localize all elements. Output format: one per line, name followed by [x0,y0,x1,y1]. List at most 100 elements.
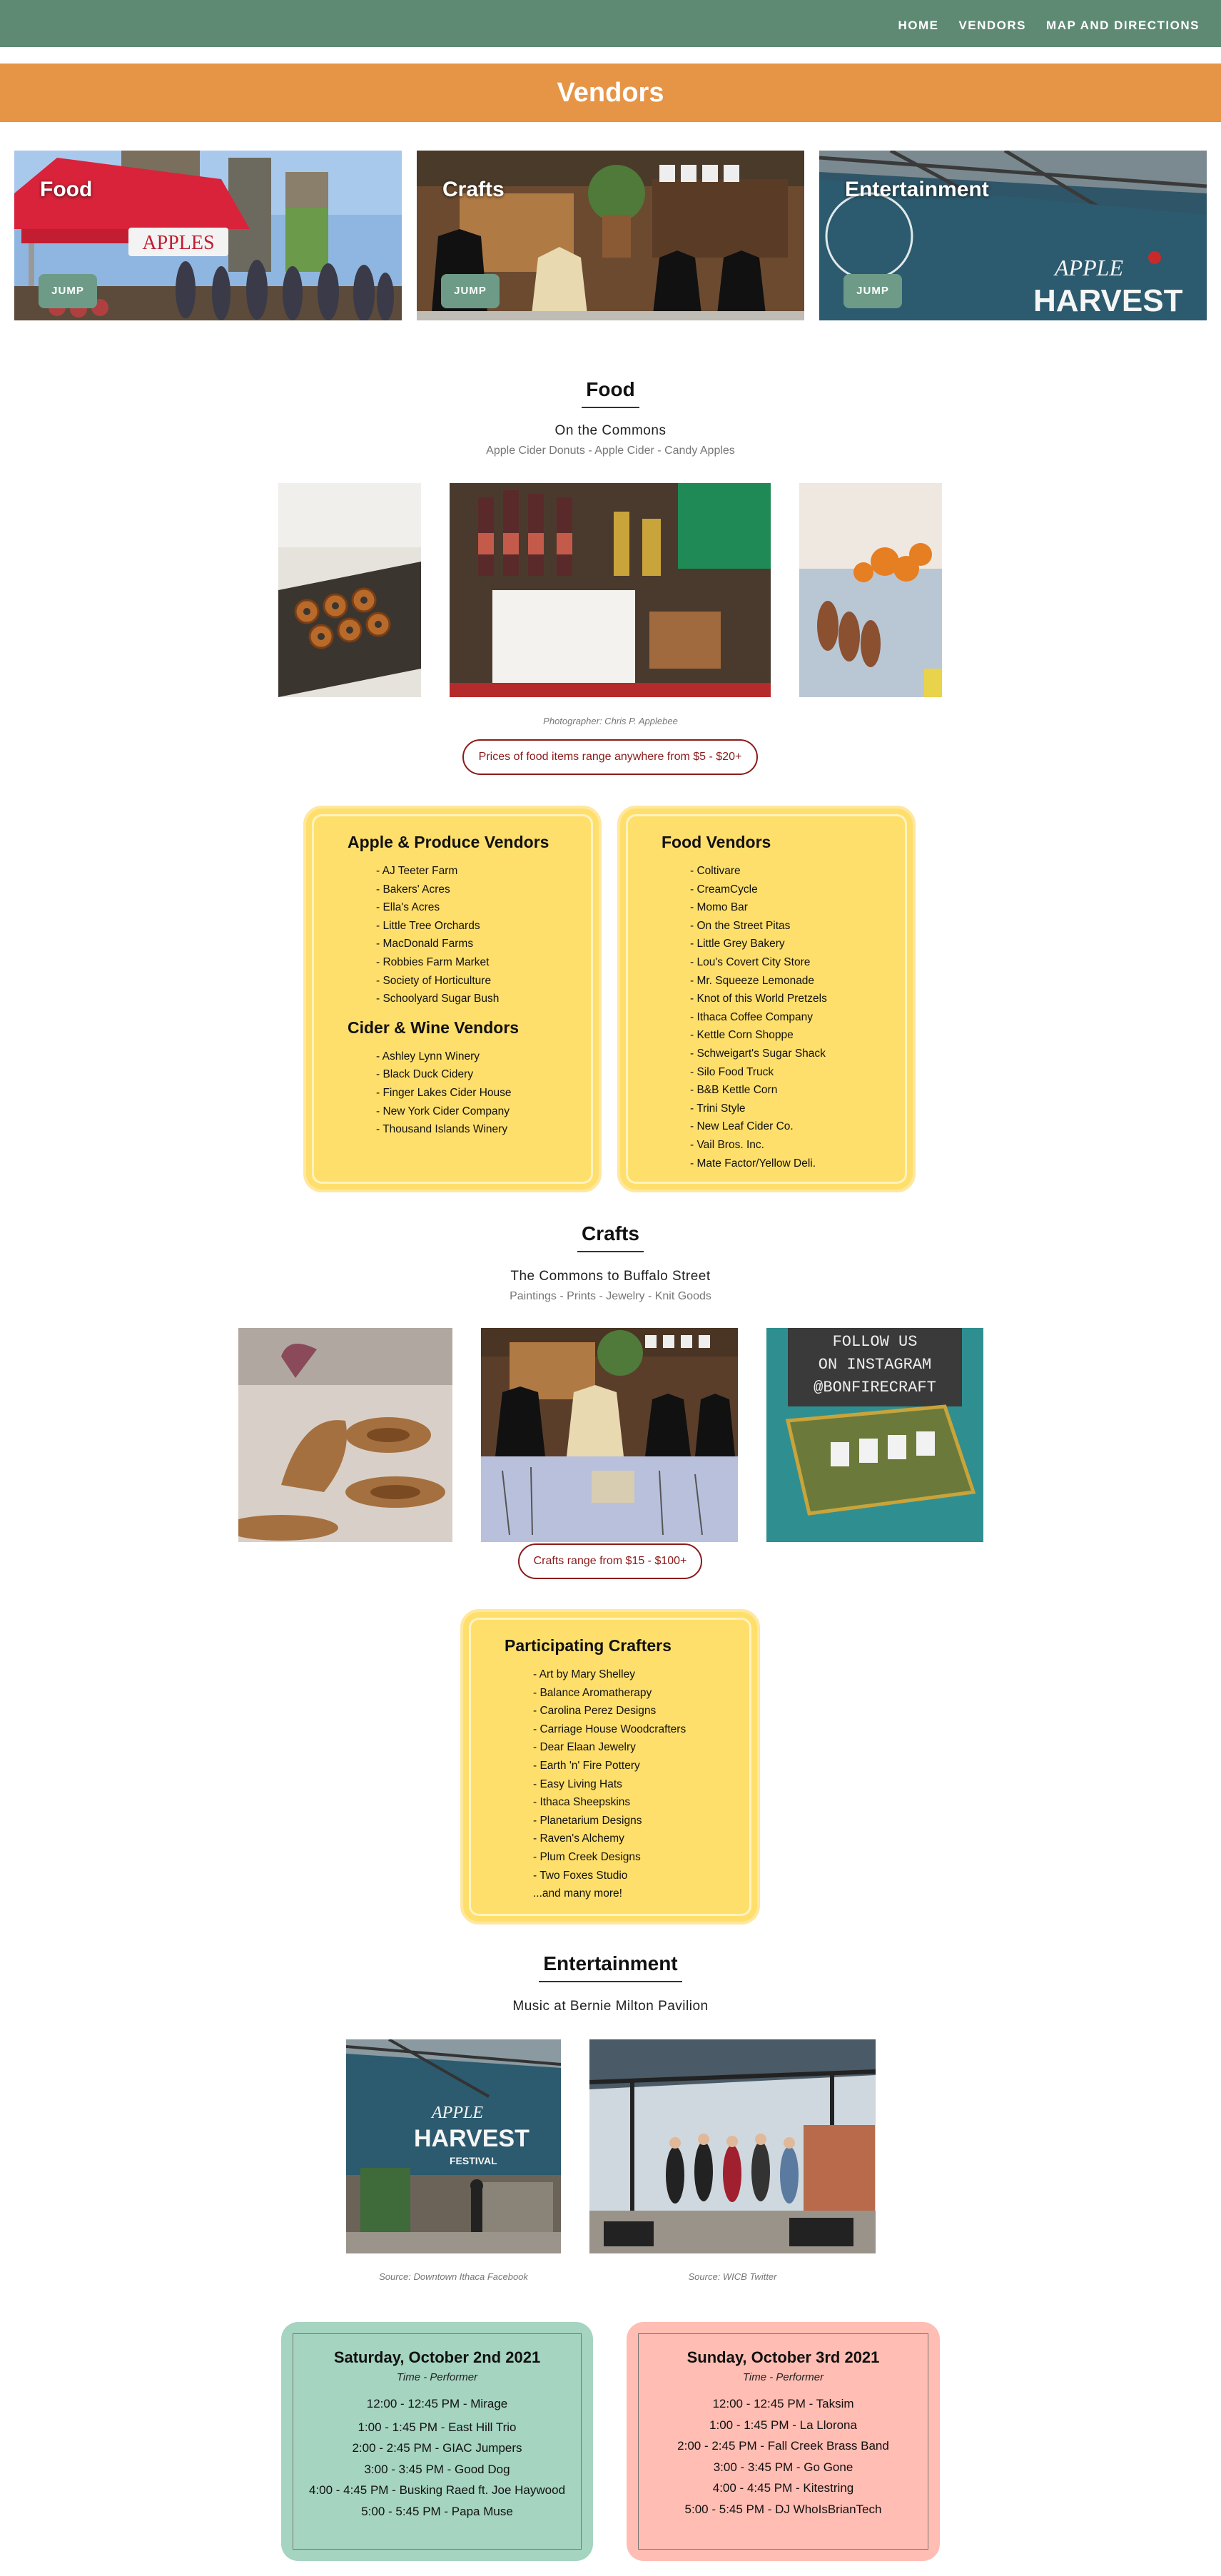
list-item: - Raven's Alchemy [533,1832,624,1845]
entertainment-title-text: Entertainment [539,1952,682,1982]
jewelry-display-photo [481,1328,738,1542]
list-item: - Schoolyard Sugar Bush [376,993,500,1005]
hero-banner-text-2: HARVEST [1033,283,1183,318]
pavilion-banner-photo: APPLE HARVEST FESTIVAL [346,2039,561,2253]
apples-sign-text: APPLES [142,232,214,254]
cider-vendors-title: Cider & Wine Vendors [348,1018,520,1037]
food-vendors-list: - Coltivare - CreamCycle - Momo Bar - On… [690,862,913,1172]
food-price-note: Prices of food items range anywhere from… [462,739,758,775]
list-item: - Vail Bros. Inc. [690,1138,764,1151]
list-item: - Ashley Lynn Winery [376,1050,480,1063]
list-item: - Earth 'n' Fire Pottery [533,1759,640,1772]
saturday-performer-list: 12:00 - 12:45 PM - Mirage 1:00 - 1:45 PM… [293,2393,581,2522]
list-item: - Easy Living Hats [533,1778,622,1790]
list-item: 2:00 - 2:45 PM - Fall Creek Brass Band [677,2439,889,2453]
list-item: - Momo Bar [690,901,748,914]
sunday-subtitle: Time - Performer [742,2371,824,2383]
list-item: - Carriage House Woodcrafters [533,1723,687,1735]
list-item: - Robbies Farm Market [376,955,490,968]
food-title-text: Food [582,378,639,408]
jump-button-food[interactable]: JUMP [39,274,97,308]
list-item: - Mate Factor/Yellow Deli. [690,1157,816,1170]
list-item: 3:00 - 3:45 PM - Go Gone [713,2460,853,2474]
food-vendors-card: Food Vendors - Coltivare - CreamCycle - … [617,806,916,1192]
list-item: - Little Tree Orchards [376,919,480,932]
list-item: ...and many more! [533,1887,622,1900]
list-item: - CreamCycle [690,883,758,896]
list-item: - Thousand Islands Winery [376,1123,508,1136]
crafters-title: Participating Crafters [505,1636,672,1655]
list-item: 4:00 - 4:45 PM - Busking Raed ft. Joe Ha… [308,2483,566,2497]
hero-title-crafts: Crafts [442,178,505,201]
list-item: 1:00 - 1:45 PM - La Llorona [709,2418,857,2432]
apple-vendors-list: - AJ Teeter Farm - Bakers' Acres - Ella'… [376,862,599,1008]
band-photo-source: Source: WICB Twitter [688,2271,777,2282]
pavilion-banner-text-3: FESTIVAL [450,2155,497,2166]
hero-banner-text-1: APPLE [1053,255,1123,280]
saturday-schedule-frame: Saturday, October 2nd 2021 Time - Perfor… [293,2333,582,2550]
cider-vendors-list: - Ashley Lynn Winery - Black Duck Cidery… [376,1048,599,1139]
cider-bottles-photo [450,483,771,697]
food-photo-credit: Photographer: Chris P. Applebee [543,716,678,726]
list-item: - MacDonald Farms [376,938,474,950]
saturday-schedule-card: Saturday, October 2nd 2021 Time - Perfor… [281,2322,593,2561]
jump-button-entertainment[interactable]: JUMP [843,274,902,308]
list-item: - Plum Creek Designs [533,1850,641,1863]
list-item: 12:00 - 12:45 PM - Taksim [712,2397,854,2410]
crafts-section-title: Crafts [0,1222,1221,1252]
produce-display-photo [799,483,942,697]
participating-crafters-card: Participating Crafters - Art by Mary She… [460,1609,760,1925]
list-item: - New York Cider Company [376,1105,510,1117]
apple-cider-vendors-card: Apple & Produce Vendors - AJ Teeter Farm… [303,806,602,1192]
crafts-title-text: Crafts [577,1222,644,1252]
food-section-title: Food [0,378,1221,408]
woodcraft-photo [238,1328,452,1542]
list-item: 1:00 - 1:45 PM - East Hill Trio [358,2420,517,2434]
nav-home-link[interactable]: HOME [898,19,938,33]
food-vendors-title: Food Vendors [662,833,771,851]
list-item: - Bakers' Acres [376,883,450,896]
list-item: - Carolina Perez Designs [533,1705,657,1718]
instagram-sign-photo: FOLLOW US ON INSTAGRAM @BONFIRECRAFT [766,1328,983,1542]
list-item: - Finger Lakes Cider House [376,1086,512,1099]
jump-button-crafts[interactable]: JUMP [441,274,500,308]
pavilion-photo-source: Source: Downtown Ithaca Facebook [379,2271,528,2282]
band-performance-photo [589,2039,876,2253]
donuts-photo [278,483,421,697]
crafts-location: The Commons to Buffalo Street [510,1269,711,1284]
sunday-title: Sunday, October 3rd 2021 [687,2348,880,2366]
list-item: - Art by Mary Shelley [533,1668,635,1680]
list-item: - Silo Food Truck [690,1065,774,1078]
hero-card-entertainment[interactable]: APPLE HARVEST Entertainment JUMP [819,151,1207,320]
hero-card-food[interactable]: APPLES Food JUMP [14,151,402,320]
list-item: - Trini Style [690,1102,746,1115]
list-item: - Knot of this World Pretzels [690,993,827,1005]
list-item: - New Leaf Cider Co. [690,1120,794,1133]
pavilion-banner-text-1: APPLE [430,2104,483,2122]
list-item: - Kettle Corn Shoppe [690,1029,794,1042]
food-tags: Apple Cider Donuts - Apple Cider - Candy… [486,445,735,457]
saturday-subtitle: Time - Performer [396,2371,478,2383]
sign-line-3: @BONFIRECRAFT [814,1379,936,1396]
list-item: - B&B Kettle Corn [690,1084,778,1097]
saturday-title: Saturday, October 2nd 2021 [333,2348,541,2366]
sign-line-2: ON INSTAGRAM [819,1356,931,1374]
list-item: - Ithaca Coffee Company [690,1010,814,1023]
hero-card-crafts[interactable]: Crafts JUMP [417,151,804,320]
list-item: - Little Grey Bakery [690,938,785,950]
list-item: - Lou's Covert City Store [690,955,811,968]
list-item: 4:00 - 4:45 PM - Kitestring [712,2481,854,2495]
crafters-list: - Art by Mary Shelley - Balance Aromathe… [533,1665,757,1903]
hero-title-food: Food [40,178,93,201]
entertainment-location: Music at Bernie Milton Pavilion [512,1999,709,2014]
list-item: - Coltivare [690,865,741,877]
top-nav: HOME VENDORS MAP AND DIRECTIONS [0,0,1221,47]
list-item: 2:00 - 2:45 PM - GIAC Jumpers [352,2441,522,2455]
nav-links: HOME VENDORS MAP AND DIRECTIONS [898,19,1200,33]
list-item: - Balance Aromatherapy [533,1686,652,1699]
nav-map-link[interactable]: MAP AND DIRECTIONS [1046,19,1200,33]
crafts-price-note: Crafts range from $15 - $100+ [518,1543,702,1579]
list-item: - Schweigart's Sugar Shack [690,1047,826,1060]
nav-vendors-link[interactable]: VENDORS [958,19,1026,33]
list-item: 5:00 - 5:45 PM - Papa Muse [361,2504,513,2518]
